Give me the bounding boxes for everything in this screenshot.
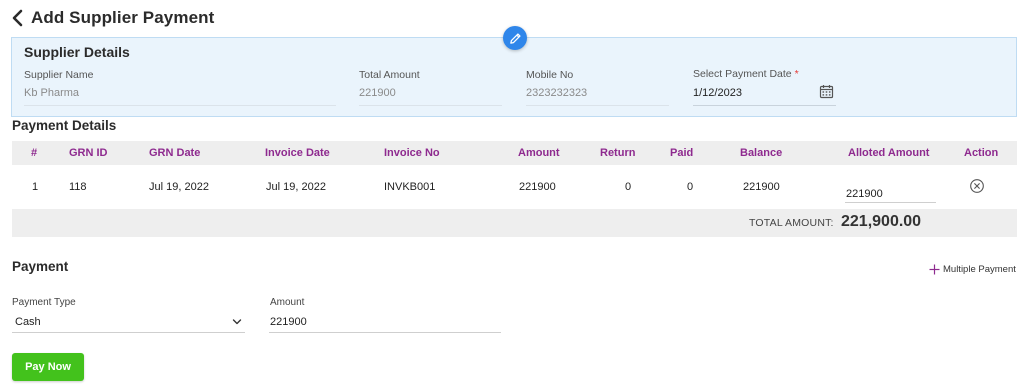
payment-date-value: 1/12/2023 bbox=[693, 87, 742, 99]
column-header: GRN ID bbox=[69, 147, 108, 159]
payment-type-label: Payment Type bbox=[12, 297, 76, 308]
invoice-date-cell: Jul 19, 2022 bbox=[266, 181, 326, 193]
grn-id-cell: 118 bbox=[69, 181, 87, 193]
column-header: Return bbox=[600, 147, 636, 159]
payment-date-field: Select Payment Date * 1/12/2023 bbox=[693, 68, 836, 106]
total-amount-label: Total Amount bbox=[359, 69, 420, 81]
chevron-down-icon bbox=[232, 319, 242, 325]
mobile-no-label: Mobile No bbox=[526, 69, 574, 81]
table-header: # GRN ID GRN Date Invoice Date Invoice N… bbox=[12, 141, 1017, 165]
payment-date-label: Select Payment Date * bbox=[693, 68, 799, 80]
amount-cell: 221900 bbox=[519, 181, 556, 193]
edit-button[interactable] bbox=[503, 26, 527, 50]
payment-details-title: Payment Details bbox=[12, 118, 117, 133]
multiple-payment-label: Multiple Payment bbox=[943, 264, 1016, 275]
table-row: 1 118 Jul 19, 2022 Jul 19, 2022 INVKB001… bbox=[12, 165, 1017, 209]
balance-cell: 221900 bbox=[743, 181, 780, 193]
invoice-no-cell: INVKB001 bbox=[384, 181, 436, 193]
column-header: # bbox=[31, 147, 38, 159]
total-amount-field: Total Amount 221900 bbox=[359, 69, 502, 106]
mobile-no-field: Mobile No 2323232323 bbox=[526, 69, 669, 106]
remove-row-icon[interactable] bbox=[969, 178, 985, 194]
column-header: GRN Date bbox=[149, 147, 201, 159]
pay-now-button[interactable]: Pay Now bbox=[12, 353, 84, 381]
column-header: Invoice Date bbox=[265, 147, 330, 159]
supplier-name-field: Supplier Name Kb Pharma bbox=[24, 69, 336, 106]
back-arrow-icon[interactable] bbox=[10, 8, 28, 28]
calendar-icon[interactable] bbox=[819, 84, 834, 99]
amount-label: Amount bbox=[270, 297, 305, 308]
alloted-amount-input[interactable]: 221900 bbox=[845, 183, 936, 203]
paid-cell: 0 bbox=[687, 181, 694, 193]
plus-icon bbox=[929, 264, 940, 275]
return-cell: 0 bbox=[625, 181, 632, 193]
pencil-icon bbox=[509, 32, 521, 44]
amount-input[interactable]: 221900 bbox=[269, 313, 501, 333]
column-header: Paid bbox=[670, 147, 694, 159]
column-header: Balance bbox=[740, 147, 783, 159]
total-amount-value: 221,900.00 bbox=[841, 213, 922, 230]
supplier-name-value: Kb Pharma bbox=[24, 87, 336, 106]
column-header: Action bbox=[964, 147, 999, 159]
column-header: Invoice No bbox=[384, 147, 440, 159]
total-amount-value: 221900 bbox=[359, 87, 502, 106]
payment-type-select[interactable]: Cash bbox=[12, 313, 245, 333]
payment-date-input[interactable]: 1/12/2023 bbox=[693, 84, 836, 106]
total-amount-label: TOTAL AMOUNT: bbox=[749, 217, 834, 229]
payment-type-value: Cash bbox=[15, 316, 41, 328]
multiple-payment-button[interactable]: Multiple Payment bbox=[929, 264, 1016, 275]
column-header: Alloted Amount bbox=[848, 147, 930, 159]
supplier-details-title: Supplier Details bbox=[24, 44, 130, 60]
column-header: Amount bbox=[518, 147, 560, 159]
payment-title: Payment bbox=[12, 259, 69, 274]
page-title: Add Supplier Payment bbox=[31, 8, 215, 27]
mobile-no-value: 2323232323 bbox=[526, 87, 669, 106]
grn-date-cell: Jul 19, 2022 bbox=[149, 181, 209, 193]
supplier-name-label: Supplier Name bbox=[24, 69, 94, 81]
total-bar: TOTAL AMOUNT: 221,900.00 bbox=[12, 209, 1017, 237]
row-index: 1 bbox=[32, 181, 39, 193]
